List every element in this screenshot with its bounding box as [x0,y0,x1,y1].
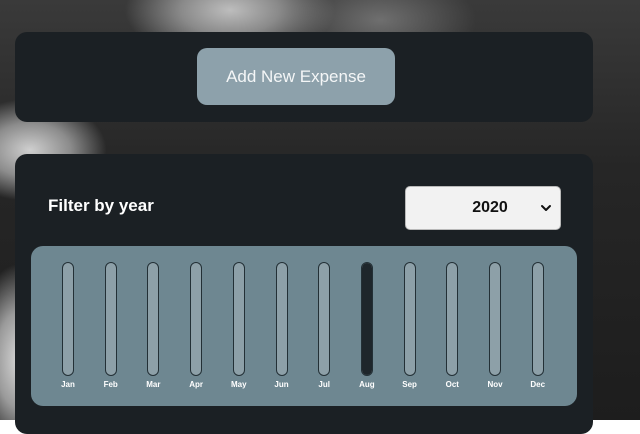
chart-bar-label: Feb [103,380,118,389]
chart-bar-oct [446,262,459,376]
chart-bar-mar [147,262,160,376]
chevron-down-icon [541,205,551,211]
filter-label: Filter by year [48,196,154,215]
chart-bar-fill [361,263,372,375]
new-expense-card: Add New Expense [15,32,593,122]
chart-bar-nov [489,262,501,376]
year-select-value: 2020 [472,199,508,216]
chart-bar-jan [62,262,74,376]
chart-bar-dec [531,262,544,376]
add-new-expense-button[interactable]: Add New Expense [197,48,395,105]
chart-bar-label: Jan [61,380,75,389]
chart-bar-feb [104,262,117,376]
chart-bar-label: Dec [530,380,546,389]
expenses-card: Filter by year 2020 Jan Feb Mar Apr May Jun Ju… [15,154,593,434]
chart-bar-jul [318,262,331,376]
chart-bar-aug [360,262,373,376]
chart-bar-label: Mar [146,380,161,389]
chart-bar-sep [403,262,416,376]
chart-bar-jun [275,262,288,376]
chart-bar-label: Aug [359,380,375,389]
chart-bar-label: May [231,380,247,389]
chart-bar-label: Jun [274,380,289,389]
chart-bar-may [232,262,245,376]
chart-bar-label: Apr [189,380,203,389]
chart-bar-label: Sep [402,380,417,389]
year-select[interactable]: 2020 [405,186,561,230]
chart-bar-label: Nov [487,380,503,389]
expenses-chart: Jan Feb Mar Apr May Jun Jul Aug Sep Oct Nov Dec [31,246,577,406]
chart-bar-label: Oct [445,380,459,389]
chart-bar-apr [190,262,203,376]
chart-bar-label: Jul [318,380,330,389]
